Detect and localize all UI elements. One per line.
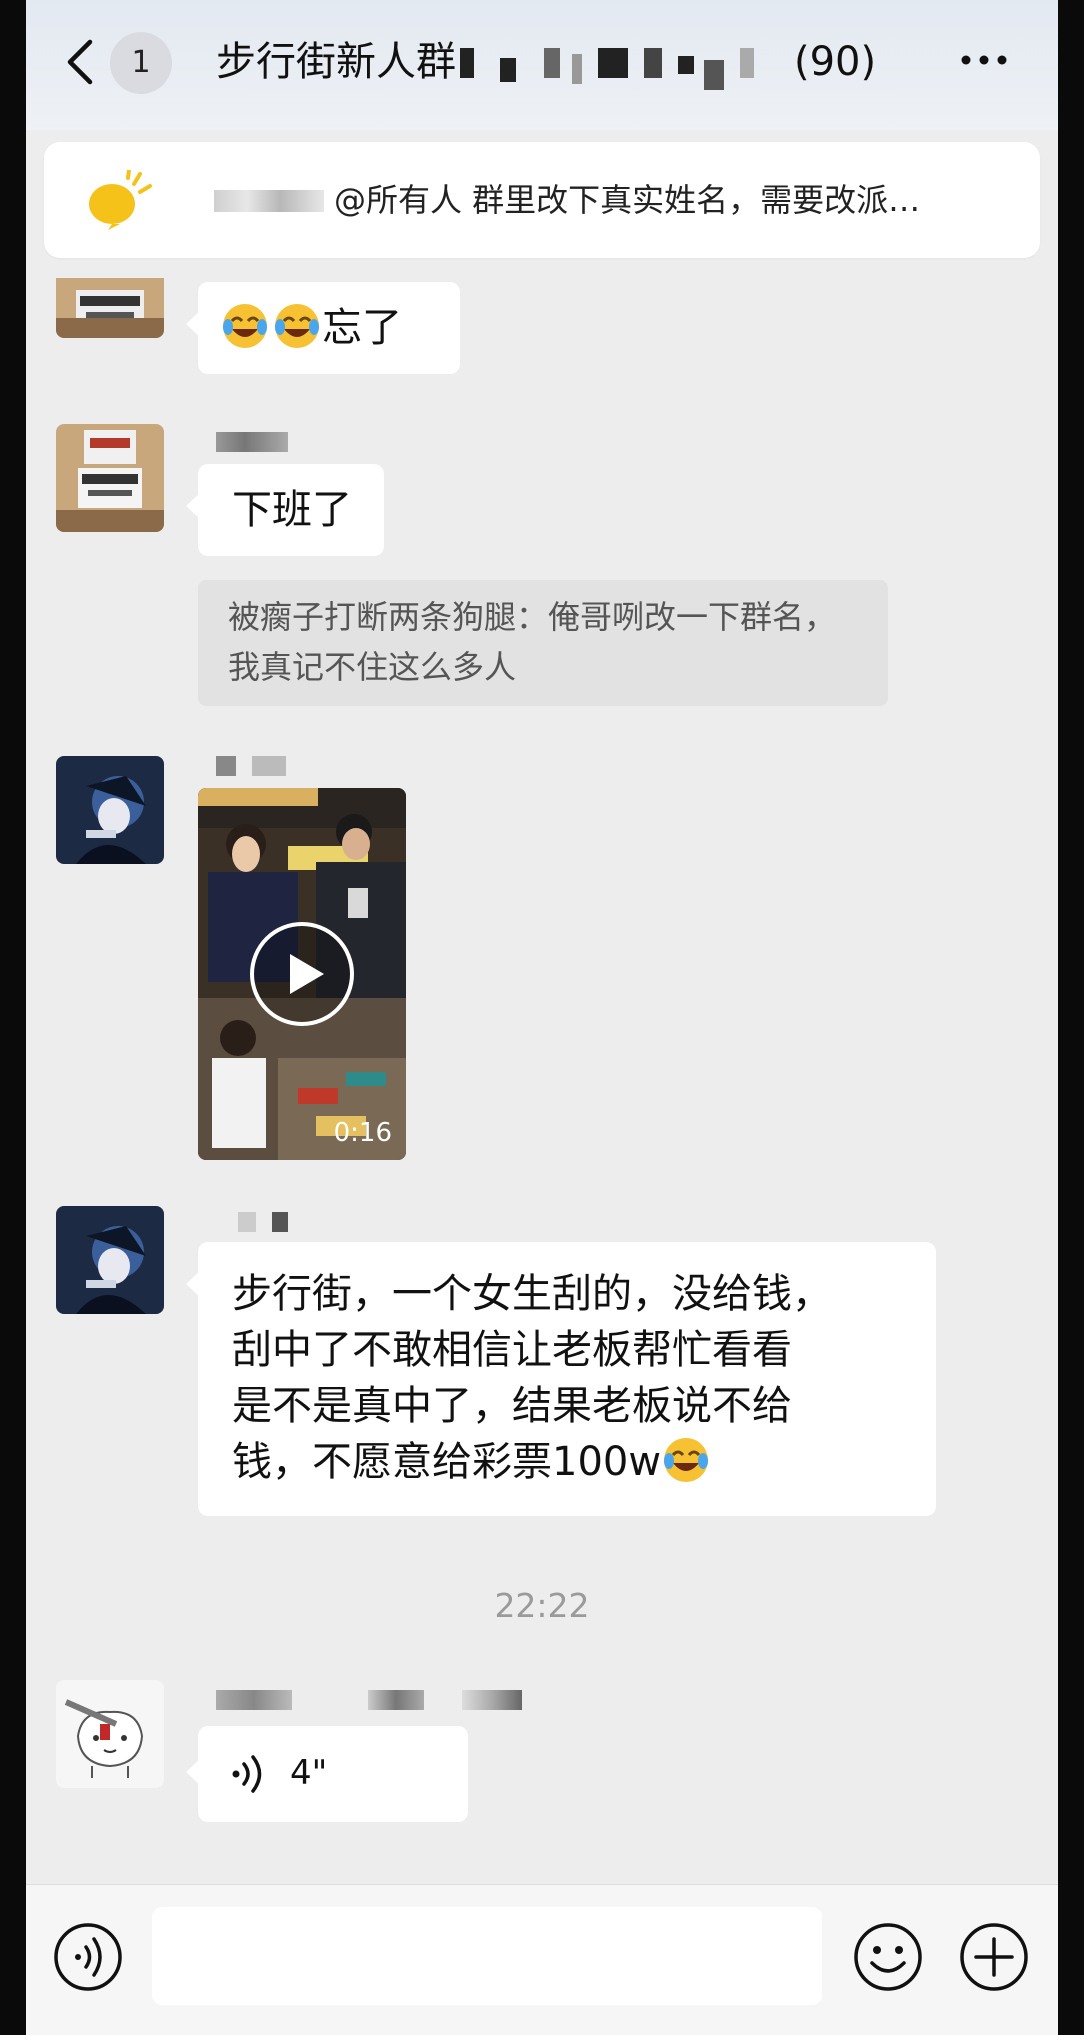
redacted-nickname — [238, 1212, 256, 1232]
chat-title[interactable]: 步行街新人群 (90) — [216, 32, 876, 92]
redacted-nickname — [368, 1690, 424, 1710]
chat-screen: 1 步行街新人群 (90) @所有人 群里改下真实姓名，需要改派… 忘了 下班了… — [26, 0, 1058, 2035]
group-notice-bar[interactable]: @所有人 群里改下真实姓名，需要改派… — [44, 142, 1040, 258]
message-bubble[interactable]: 下班了 — [186, 464, 384, 556]
avatar[interactable] — [56, 1680, 164, 1788]
voice-message[interactable]: 4" — [186, 1726, 468, 1822]
chat-header: 1 步行街新人群 (90) — [26, 0, 1058, 130]
redacted-title — [460, 42, 790, 90]
message-timestamp: 22:22 — [494, 1586, 590, 1625]
more-dots-icon[interactable] — [956, 40, 1012, 80]
message-text: 忘了 — [322, 305, 402, 351]
redacted-sender — [214, 190, 324, 212]
notice-text: @所有人 群里改下真实姓名，需要改派… — [334, 181, 921, 219]
input-bar — [26, 1884, 1058, 2035]
avatar[interactable] — [56, 756, 164, 864]
unread-badge[interactable]: 1 — [110, 32, 172, 94]
play-icon[interactable] — [248, 920, 356, 1028]
voice-wave-icon — [232, 1755, 262, 1793]
chevron-left-icon[interactable] — [60, 36, 100, 88]
chat-title-name: 步行街新人群 — [216, 39, 456, 85]
avatar[interactable] — [56, 424, 164, 532]
redacted-nickname — [272, 1212, 288, 1232]
redacted-nickname — [216, 1690, 292, 1710]
message-bubble[interactable]: 步行街，一个女生刮的，没给钱， 刮中了不敢相信让老板帮忙看看 是不是真中了，结果… — [186, 1242, 936, 1516]
plus-icon[interactable] — [958, 1921, 1030, 1993]
emoji-icon[interactable] — [852, 1921, 924, 1993]
voice-icon[interactable] — [52, 1921, 124, 1993]
message-bubble[interactable]: 忘了 — [186, 282, 460, 374]
message-input[interactable] — [152, 1907, 822, 2005]
laugh-cry-emoji-icon — [223, 304, 267, 348]
voice-duration: 4" — [290, 1753, 328, 1793]
redacted-nickname — [462, 1690, 522, 1710]
quoted-message[interactable]: 被瘸子打断两条狗腿：俺哥咧改一下群名，我真记不住这么多人 — [198, 580, 888, 706]
message-text: 步行街，一个女生刮的，没给钱， 刮中了不敢相信让老板帮忙看看 是不是真中了，结果… — [232, 1271, 832, 1485]
video-message[interactable]: 0:16 — [198, 788, 406, 1160]
member-count: (90) — [794, 39, 877, 85]
redacted-nickname — [252, 756, 286, 776]
redacted-nickname — [216, 432, 288, 452]
avatar[interactable] — [56, 1206, 164, 1314]
laugh-cry-emoji-icon — [664, 1438, 709, 1482]
redacted-nickname — [216, 756, 236, 776]
laugh-cry-emoji-icon — [275, 304, 319, 348]
megaphone-icon — [89, 170, 152, 230]
message-text: 下班了 — [232, 487, 352, 533]
video-duration: 0:16 — [333, 1118, 392, 1148]
